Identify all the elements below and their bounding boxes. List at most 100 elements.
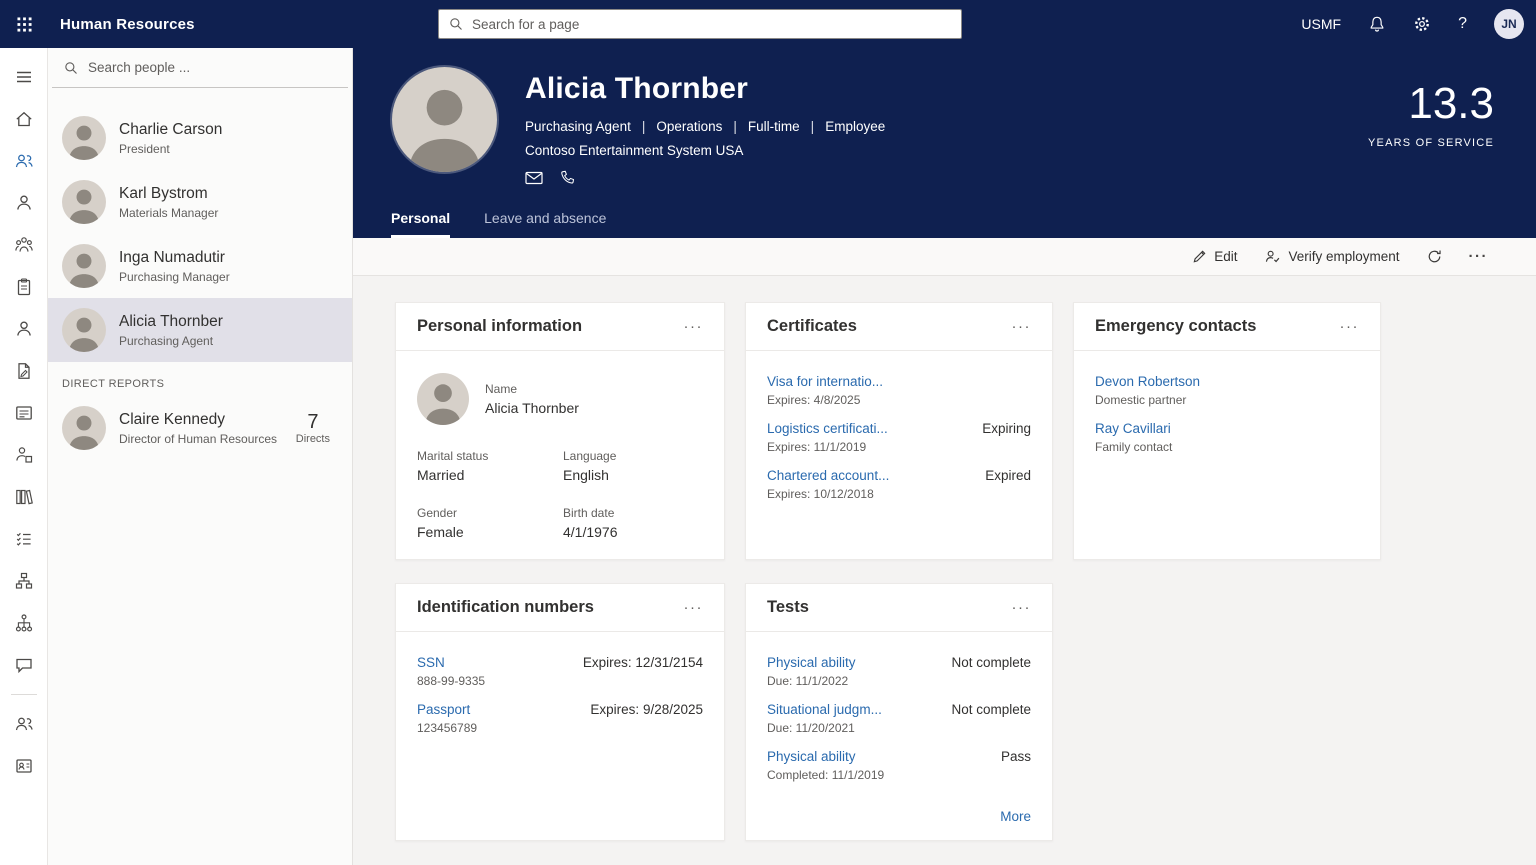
help-icon[interactable]: ? [1458,15,1467,33]
document-edit-icon[interactable] [0,350,48,392]
app-launcher-icon[interactable] [0,0,48,48]
field-value: English [563,467,703,483]
edit-button[interactable]: Edit [1192,249,1237,264]
meta-separator: | [642,119,646,134]
org-structure-icon[interactable] [0,560,48,602]
hierarchy-icon[interactable] [0,602,48,644]
person-list-item[interactable]: Charlie Carson President [48,106,352,170]
identification-expiry: Expires: 12/31/2154 [583,654,703,671]
card-more-icon[interactable]: ··· [1340,319,1360,334]
certificates-card: Certificates ··· Visa for internatio... … [745,302,1053,560]
test-date: Due: 11/20/2021 [767,721,882,735]
certificate-link[interactable]: Chartered account... [767,467,889,484]
test-date: Completed: 11/1/2019 [767,768,884,782]
people-search-input[interactable] [88,60,336,75]
user-avatar[interactable]: JN [1494,9,1524,39]
person-avatar [62,406,106,450]
employee-name: Alicia Thornber [525,72,885,106]
meta-separator: | [811,119,815,134]
field-value: Female [417,524,563,540]
person-avatar [62,308,106,352]
emergency-contact-row: Devon Robertson Domestic partner [1095,373,1359,407]
test-link[interactable]: Physical ability [767,654,856,671]
identification-expiry: Expires: 9/28/2025 [590,701,703,718]
checklist-icon[interactable] [0,518,48,560]
email-icon[interactable] [525,171,543,185]
direct-report-list-item[interactable]: Claire Kennedy Director of Human Resourc… [48,396,352,460]
page-search-input[interactable] [472,17,951,32]
employee-badge-icon[interactable] [0,745,48,787]
contact-icon[interactable] [0,308,48,350]
card-more-icon[interactable]: ··· [1012,600,1032,615]
test-result: Not complete [951,701,1031,718]
certificate-link[interactable]: Logistics certificati... [767,420,888,437]
clipboard-icon[interactable] [0,266,48,308]
person-title: Materials Manager [119,206,218,220]
field-label: Birth date [563,506,703,520]
identification-number: 123456789 [417,721,477,735]
rail-divider [11,694,37,695]
identification-link[interactable]: Passport [417,701,477,718]
person-assignment-icon[interactable] [0,434,48,476]
person-avatar [62,116,106,160]
years-of-service-label: YEARS OF SERVICE [1368,137,1494,149]
pencil-icon [1192,249,1207,264]
personal-information-card: Personal information ··· Name Alicia Tho… [395,302,725,560]
expand-menu-icon[interactable] [0,56,48,98]
person-title: Purchasing Agent [119,334,223,348]
years-of-service-value: 13.3 [1368,80,1494,128]
identification-link[interactable]: SSN [417,654,485,671]
person-name: Inga Numadutir [119,249,230,267]
phone-icon[interactable] [560,170,575,185]
contact-link[interactable]: Devon Robertson [1095,373,1200,390]
person-name: Alicia Thornber [119,313,223,331]
card-more-icon[interactable]: ··· [1012,319,1032,334]
card-more-icon[interactable]: ··· [684,600,704,615]
field-value: 4/1/1976 [563,524,703,540]
test-result: Pass [1001,748,1031,765]
teams-icon[interactable] [0,224,48,266]
employee-meta: Purchasing Agent | Operations | Full-tim… [525,119,885,134]
tab-personal[interactable]: Personal [391,210,450,238]
tab-leave-and-absence[interactable]: Leave and absence [484,210,606,238]
toolbar-more-icon[interactable]: ··· [1469,249,1489,264]
directs-number: 7 [296,411,330,433]
home-icon[interactable] [0,98,48,140]
contact-relationship: Family contact [1095,440,1172,454]
verify-employment-button[interactable]: Verify employment [1264,249,1399,264]
certificate-expiry: Expires: 10/12/2018 [767,487,889,501]
people-search-box[interactable] [52,48,348,88]
app-title: Human Resources [60,16,195,33]
settings-gear-icon[interactable] [1413,15,1431,33]
edit-button-label: Edit [1214,249,1237,264]
action-toolbar: Edit Verify employment ··· [353,238,1536,276]
page-search-box[interactable] [438,9,962,39]
person-list-item-selected[interactable]: Alicia Thornber Purchasing Agent [48,298,352,362]
person-list-item[interactable]: Karl Bystrom Materials Manager [48,170,352,234]
test-row: Physical ability Completed: 11/1/2019 Pa… [767,748,1031,782]
notifications-bell-icon[interactable] [1368,15,1386,33]
company-picker[interactable]: USMF [1301,16,1341,32]
contact-link[interactable]: Ray Cavillari [1095,420,1172,437]
people-list: Charlie Carson President Karl Bystrom Ma… [48,106,352,460]
navigation-rail [0,48,48,865]
employee-thumbnail [417,373,469,425]
tests-more-link[interactable]: More [1000,809,1031,824]
person-icon[interactable] [0,182,48,224]
library-books-icon[interactable] [0,476,48,518]
certificate-link[interactable]: Visa for internatio... [767,373,883,390]
team-management-icon[interactable] [0,703,48,745]
feedback-chat-icon[interactable] [0,644,48,686]
person-avatar [62,180,106,224]
test-link[interactable]: Situational judgm... [767,701,882,718]
identification-number: 888-99-9335 [417,674,485,688]
certificate-card-icon[interactable] [0,392,48,434]
employees-icon[interactable] [0,140,48,182]
directs-count: 7 Directs [296,411,338,445]
certificate-expiry: Expires: 11/1/2019 [767,440,888,454]
person-list-item[interactable]: Inga Numadutir Purchasing Manager [48,234,352,298]
field-label: Gender [417,506,563,520]
refresh-icon[interactable] [1427,249,1442,264]
test-link[interactable]: Physical ability [767,748,884,765]
card-more-icon[interactable]: ··· [684,319,704,334]
